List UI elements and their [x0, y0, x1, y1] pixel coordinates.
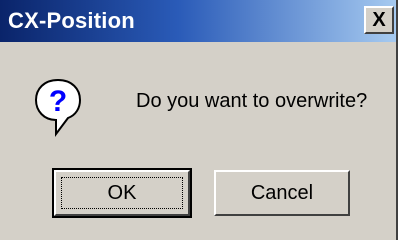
ok-button-label: OK: [61, 177, 183, 209]
window-title: CX-Position: [8, 8, 135, 33]
title-bar[interactable]: CX-Position X: [0, 0, 396, 42]
close-button[interactable]: X: [364, 6, 394, 34]
ok-button[interactable]: OK: [52, 168, 192, 218]
svg-text:?: ?: [49, 85, 67, 118]
question-icon: ?: [34, 78, 82, 137]
cancel-button[interactable]: Cancel: [214, 170, 350, 216]
close-icon: X: [372, 9, 386, 31]
dialog-message: Do you want to overwrite?: [136, 90, 368, 112]
message-dialog: CX-Position X ? Do you want to overwrite…: [0, 0, 398, 240]
